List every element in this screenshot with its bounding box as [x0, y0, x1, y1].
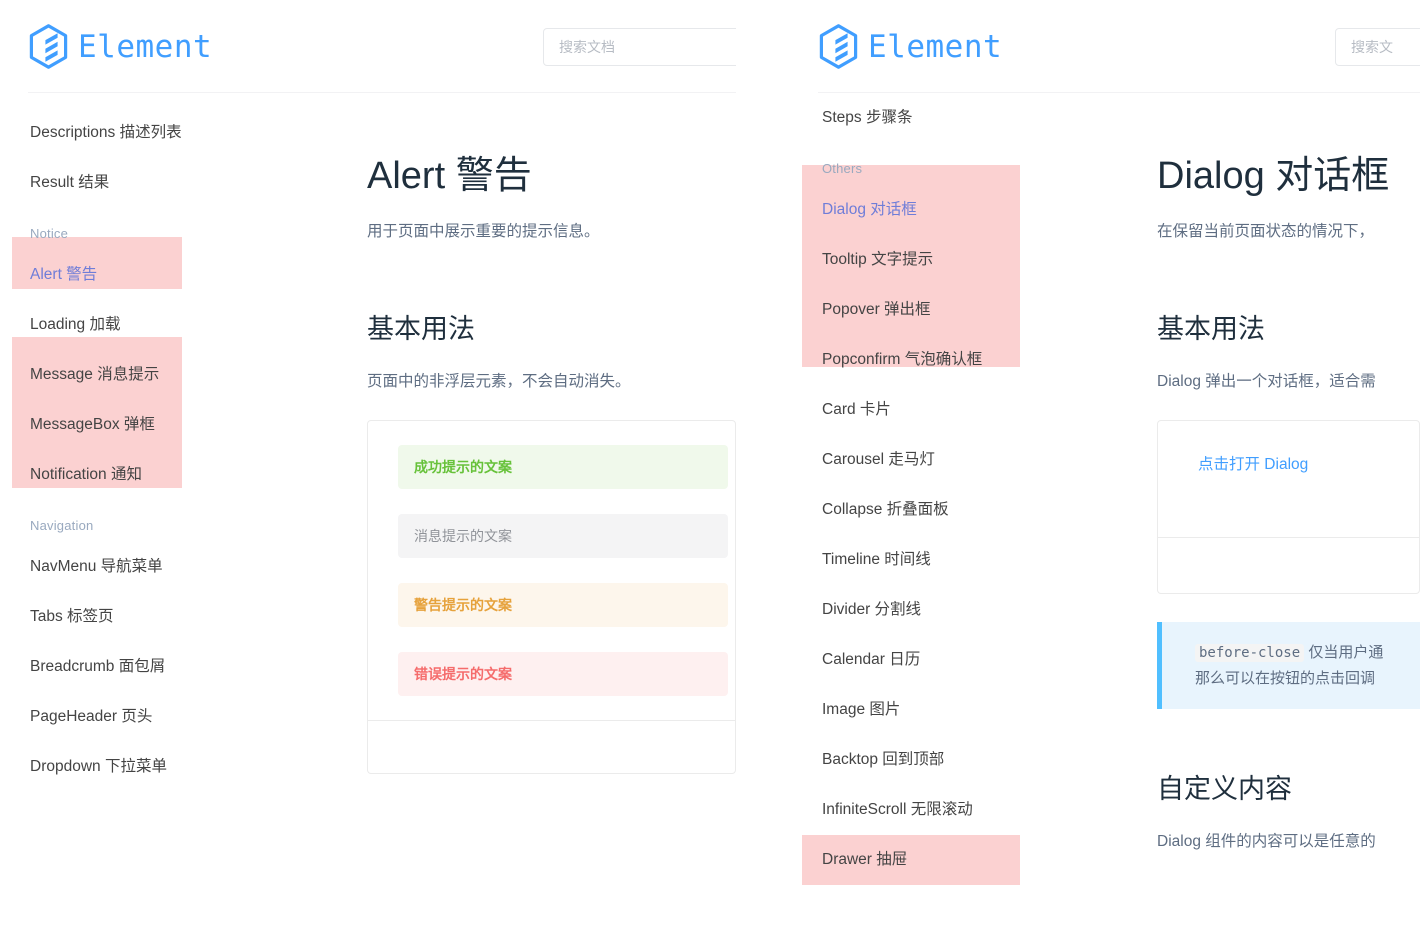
element-hexagon-logo-icon — [28, 24, 69, 69]
sidebar-item-popover[interactable]: Popover 弹出框 — [800, 285, 1100, 335]
element-hexagon-logo-icon — [818, 24, 859, 69]
left-nav-list: Descriptions 描述列表Result 结果NoticeAlert 警告… — [0, 93, 300, 792]
page-title: Dialog 对话框 — [1157, 156, 1420, 198]
page-lead: 在保留当前页面状态的情况下， — [1157, 220, 1420, 245]
sidebar-item-notification[interactable]: Notification 通知 — [0, 450, 300, 500]
sidebar-item-pageheader[interactable]: PageHeader 页头 — [0, 692, 300, 742]
sidebar-item-steps[interactable]: Steps 步骤条 — [800, 93, 1100, 143]
sidebar-item-tabs[interactable]: Tabs 标签页 — [0, 592, 300, 642]
sidebar-item-image[interactable]: Image 图片 — [800, 685, 1100, 735]
alert-error: 错误提示的文案 — [398, 652, 728, 696]
alert-warning: 警告提示的文案 — [398, 583, 728, 627]
right-nav-list: Steps 步骤条OthersDialog 对话框Tooltip 文字提示Pop… — [800, 93, 1100, 885]
sidebar-item-dialog[interactable]: Dialog 对话框 — [800, 185, 1100, 235]
search-input[interactable]: 搜索文 — [1335, 28, 1420, 66]
search-input[interactable]: 搜索文档 — [543, 28, 736, 66]
sidebar-item-backtop[interactable]: Backtop 回到顶部 — [800, 735, 1100, 785]
open-dialog-button[interactable]: 点击打开 Dialog — [1198, 452, 1308, 474]
tip-line-1: before-close 仅当用户通 — [1195, 640, 1420, 666]
page-title: Alert 警告 — [367, 156, 736, 198]
tip-callout: before-close 仅当用户通 那么可以在按钮的点击回调 — [1157, 622, 1420, 709]
nav-group-title: Others — [800, 143, 1100, 185]
sidebar-item-alert[interactable]: Alert 警告 — [0, 250, 300, 300]
sidebar-item-popconfirm[interactable]: Popconfirm 气泡确认框 — [800, 335, 1100, 385]
sidebar-item-drawer[interactable]: Drawer 抽屉 — [800, 835, 1100, 885]
sidebar-item-collapse[interactable]: Collapse 折叠面板 — [800, 485, 1100, 535]
section-description: Dialog 弹出一个对话框，适合需 — [1157, 370, 1420, 395]
dialog-demo-body: 点击打开 Dialog — [1158, 421, 1419, 537]
sidebar-item-divider[interactable]: Divider 分割线 — [800, 585, 1100, 635]
sidebar-item-descriptions[interactable]: Descriptions 描述列表 — [0, 108, 300, 158]
left-panel: Element 搜索文档 Descriptions 描述列表Result 结果N… — [0, 0, 736, 936]
sidebar-item-timeline[interactable]: Timeline 时间线 — [800, 535, 1100, 585]
dialog-demo-footer[interactable] — [1158, 537, 1419, 593]
search-placeholder-text: 搜索文 — [1351, 37, 1393, 57]
tip-line-2: 那么可以在按钮的点击回调 — [1195, 666, 1420, 692]
brand-logo-link[interactable]: Element — [28, 24, 212, 69]
right-sidebar: Steps 步骤条OthersDialog 对话框Tooltip 文字提示Pop… — [800, 93, 1100, 885]
search-placeholder-text: 搜索文档 — [559, 37, 615, 57]
section-description: 页面中的非浮层元素，不会自动消失。 — [367, 370, 736, 395]
sidebar-item-breadcrumb[interactable]: Breadcrumb 面包屑 — [0, 642, 300, 692]
tip-code-chip: before-close — [1195, 644, 1304, 662]
sidebar-item-messagebox[interactable]: MessageBox 弹框 — [0, 400, 300, 450]
sidebar-item-tooltip[interactable]: Tooltip 文字提示 — [800, 235, 1100, 285]
sidebar-item-dropdown[interactable]: Dropdown 下拉菜单 — [0, 742, 300, 792]
sidebar-item-result[interactable]: Result 结果 — [0, 158, 300, 208]
nav-group-title: Notice — [0, 208, 300, 250]
app-root: Element 搜索文档 Descriptions 描述列表Result 结果N… — [0, 0, 1420, 936]
brand-logo-link-right[interactable]: Element — [818, 24, 1002, 69]
section-title-basic-usage: 基本用法 — [1157, 313, 1420, 345]
sidebar-item-card[interactable]: Card 卡片 — [800, 385, 1100, 435]
alert-success: 成功提示的文案 — [398, 445, 728, 489]
sidebar-item-navmenu[interactable]: NavMenu 导航菜单 — [0, 542, 300, 592]
sidebar-item-message[interactable]: Message 消息提示 — [0, 350, 300, 400]
alert-demo-body: 成功提示的文案 消息提示的文案 警告提示的文案 错误提示的文案 — [368, 421, 735, 720]
nav-group-title: Navigation — [0, 500, 300, 542]
brand-name: Element — [868, 29, 1002, 65]
section-title-custom-content: 自定义内容 — [1157, 773, 1420, 805]
right-article: Dialog 对话框 在保留当前页面状态的情况下， 基本用法 Dialog 弹出… — [1157, 93, 1420, 855]
alert-info: 消息提示的文案 — [398, 514, 728, 558]
alert-success-text: 成功提示的文案 — [414, 457, 512, 477]
dialog-demo-card: 点击打开 Dialog — [1157, 420, 1420, 594]
right-panel: Element 搜索文 Steps 步骤条OthersDialog 对话框Too… — [800, 0, 1420, 936]
alert-error-text: 错误提示的文案 — [414, 664, 512, 684]
tip-text-1: 仅当用户通 — [1308, 644, 1383, 661]
sidebar-item-loading[interactable]: Loading 加载 — [0, 300, 300, 350]
section-title-basic-usage: 基本用法 — [367, 313, 736, 345]
alert-info-text: 消息提示的文案 — [414, 526, 512, 546]
alert-demo-card: 成功提示的文案 消息提示的文案 警告提示的文案 错误提示的文案 — [367, 420, 736, 774]
left-sidebar: Descriptions 描述列表Result 结果NoticeAlert 警告… — [0, 93, 300, 792]
left-article: Alert 警告 用于页面中展示重要的提示信息。 基本用法 页面中的非浮层元素，… — [367, 93, 736, 774]
sidebar-item-carousel[interactable]: Carousel 走马灯 — [800, 435, 1100, 485]
page-lead: 用于页面中展示重要的提示信息。 — [367, 220, 736, 245]
left-header: Element 搜索文档 — [0, 0, 736, 93]
alert-demo-footer[interactable] — [368, 720, 735, 773]
right-header: Element 搜索文 — [800, 0, 1420, 93]
alert-warning-text: 警告提示的文案 — [414, 595, 512, 615]
brand-name: Element — [78, 29, 212, 65]
sidebar-item-calendar[interactable]: Calendar 日历 — [800, 635, 1100, 685]
sidebar-item-infinitescroll[interactable]: InfiniteScroll 无限滚动 — [800, 785, 1100, 835]
section2-description: Dialog 组件的内容可以是任意的 — [1157, 830, 1420, 855]
